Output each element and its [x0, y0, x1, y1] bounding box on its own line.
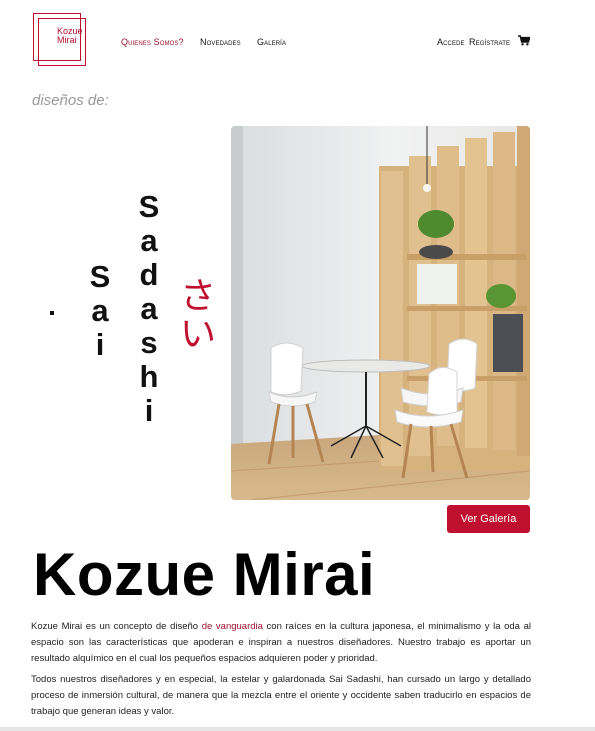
last-name-letter: s: [140, 325, 158, 360]
office-interior-image: [231, 126, 530, 500]
first-name-letter: a: [91, 293, 109, 328]
logo-text: Kozue Mirai: [57, 27, 83, 45]
vanguardia-link[interactable]: de vanguardia: [202, 621, 263, 632]
shopping-cart-icon[interactable]: [518, 35, 530, 46]
nav-novedades[interactable]: Novedades: [200, 37, 241, 47]
first-name-letter: i: [95, 327, 105, 362]
nav-quienes-somos[interactable]: Quienes Somos?: [121, 37, 184, 47]
hero-photo: [231, 126, 530, 500]
page-bottom-divider: [0, 727, 595, 731]
last-name-letter: a: [140, 223, 158, 258]
team-paragraph: Todos nuestros diseñadores y en especial…: [31, 674, 531, 717]
nav-accede[interactable]: Accede: [437, 37, 465, 47]
last-name-letter: h: [139, 359, 159, 394]
last-name-letter: a: [140, 291, 158, 326]
last-name-letter: S: [138, 189, 160, 224]
last-name-letter: d: [139, 257, 159, 292]
name-separator-dot: [50, 311, 54, 315]
designer-name-kana: さい: [178, 278, 218, 354]
last-name-letter: i: [144, 393, 154, 428]
first-name-letter: S: [89, 259, 111, 294]
kana-letter: さ: [179, 276, 216, 317]
ver-galeria-button[interactable]: Ver Galería: [447, 505, 530, 533]
logo[interactable]: Kozue Mirai: [33, 13, 87, 67]
page-title: Kozue Mirai: [33, 541, 376, 608]
kana-letter: い: [179, 314, 216, 355]
designs-by-kicker: diseños de:: [32, 92, 109, 109]
intro-paragraph: Kozue Mirai es un concepto de diseño de …: [31, 619, 531, 667]
designer-first-name: Sai: [83, 260, 117, 362]
designer-last-name: Sadashi: [132, 190, 166, 428]
intro-text-start: Kozue Mirai es un concepto de diseño: [31, 621, 202, 632]
nav-registrate[interactable]: Regístrate: [469, 37, 510, 47]
logo-line-2: Mirai: [57, 35, 77, 45]
nav-galeria[interactable]: Galería: [257, 37, 286, 47]
